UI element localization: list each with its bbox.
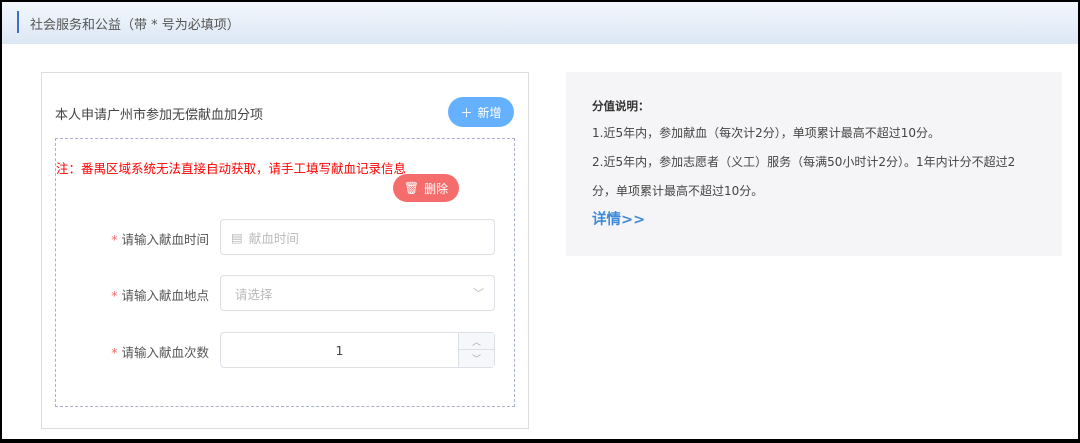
- stepper-buttons: ︿ ﹀: [458, 333, 494, 367]
- card-title: 本人申请广州市参加无偿献血加分项: [55, 108, 264, 123]
- placeholder: 献血时间: [248, 230, 299, 246]
- record-form: 注：番禺区域系统无法直接自动获取，请手工填写献血记录信息 🗑 删除 * 请输入献血时…: [55, 138, 515, 407]
- field-label: * 请输入献血地点: [111, 285, 209, 304]
- info-title: 分值说明：: [592, 99, 650, 113]
- page: 社会服务和公益（带 * 号为必填项） 本人申请广州市参加无偿献血加分项 ＋ 新增 …: [2, 2, 1078, 439]
- details-link[interactable]: 详情>>: [592, 208, 1062, 229]
- warning-note: 注：番禺区域系统无法直接自动获取，请手工填写献血记录信息: [56, 161, 407, 176]
- donation-count-stepper[interactable]: 1 ︿ ﹀: [220, 332, 495, 368]
- header-accent-bar: [17, 11, 19, 33]
- field-label: * 请输入献血次数: [111, 342, 209, 361]
- form-row-time: * 请输入献血时间 ▤ 献血时间: [56, 219, 514, 255]
- score-info-panel: 分值说明： 1.近5年内，参加献血（每次计2分），单项累计最高不超过10分。 2…: [566, 72, 1062, 256]
- label-text: 请输入献血时间: [121, 232, 209, 247]
- calendar-icon: ▤: [231, 229, 243, 245]
- info-line-2: 2.近5年内，参加志愿者（义工）服务（每满50小时计2分）。1年内计分不超过2分…: [592, 155, 1016, 198]
- section-header: 社会服务和公益（带 * 号为必填项）: [2, 2, 1078, 44]
- required-mark: *: [111, 232, 118, 247]
- trash-icon: 🗑: [403, 181, 420, 195]
- blood-donation-card: 本人申请广州市参加无偿献血加分项 ＋ 新增 注：番禺区域系统无法直接自动获取，请手…: [41, 72, 529, 429]
- donation-date-input[interactable]: ▤ 献血时间: [220, 219, 495, 255]
- add-label: 新增: [477, 105, 502, 120]
- decrement-button[interactable]: ﹀: [459, 350, 494, 367]
- field-label: * 请输入献血时间: [111, 229, 209, 248]
- label-text: 请输入献血地点: [121, 288, 209, 303]
- placeholder: 请选择: [235, 286, 273, 302]
- delete-label: 删除: [424, 181, 449, 196]
- chevron-down-icon: ﹀: [473, 287, 484, 300]
- info-line-1: 1.近5年内，参加献血（每次计2分），单项累计最高不超过10分。: [592, 126, 940, 140]
- section-title: 社会服务和公益（带 * 号为必填项）: [30, 18, 240, 33]
- required-mark: *: [111, 345, 118, 360]
- label-text: 请输入献血次数: [121, 345, 209, 360]
- form-row-location: * 请输入献血地点 请选择 ﹀: [56, 275, 514, 311]
- plus-icon: ＋: [460, 105, 473, 120]
- increment-button[interactable]: ︿: [459, 333, 494, 350]
- form-row-count: * 请输入献血次数 1 ︿ ﹀: [56, 332, 514, 368]
- count-value: 1: [335, 342, 344, 358]
- add-button[interactable]: ＋ 新增: [448, 97, 514, 127]
- required-mark: *: [111, 288, 118, 303]
- donation-location-select[interactable]: 请选择 ﹀: [220, 275, 495, 311]
- delete-button[interactable]: 🗑 删除: [393, 174, 459, 202]
